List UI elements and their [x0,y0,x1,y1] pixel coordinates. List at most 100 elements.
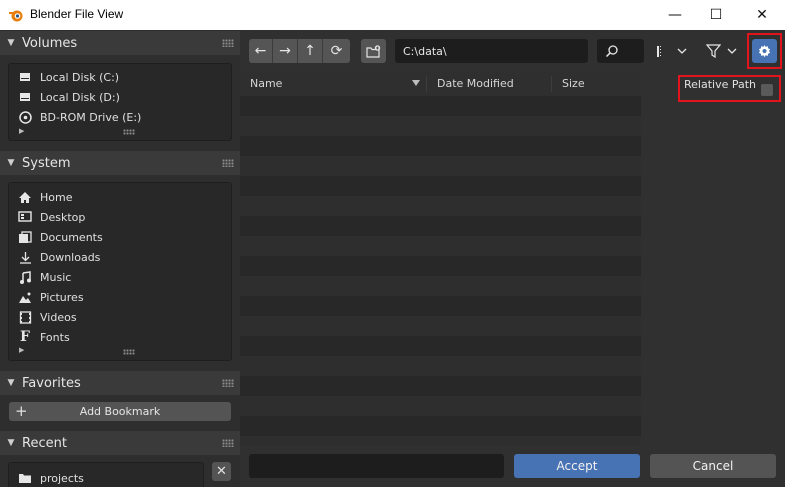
sidebar-item-home[interactable]: Home [17,187,72,207]
search-input[interactable] [597,39,644,63]
sidebar-item-documents[interactable]: Documents [17,227,103,247]
maximize-icon: ☐ [709,7,723,23]
sidebar-item-bd-rom-drive-e[interactable]: BD-ROM Drive (E:) [17,107,141,127]
desktop-icon [17,209,33,225]
filename-input[interactable] [249,454,504,478]
options-panel [641,72,785,445]
sidebar-item-videos[interactable]: Videos [17,307,77,327]
column-headers: Name Date Modified Size [240,72,641,96]
system-header-label: System [22,155,71,171]
remove-recent-button[interactable]: ✕ [212,462,231,481]
filter-dropdown[interactable] [702,39,742,63]
sidebar-item-label: BD-ROM Drive (E:) [40,110,142,124]
sidebar-item-projects[interactable]: projects [17,468,84,487]
empty-row [240,216,641,236]
sidebar-item-local-disk-d[interactable]: Local Disk (D:) [17,87,120,107]
minimize-button[interactable]: — [653,0,697,30]
drag-grip-icon[interactable] [222,379,234,387]
chevron-down-icon [677,48,687,54]
sidebar-item-desktop[interactable]: Desktop [17,207,85,227]
drag-grip-icon[interactable] [222,159,234,167]
documents-icon [17,229,33,245]
back-button[interactable]: ← [249,39,273,63]
empty-row [240,436,641,445]
close-window-button[interactable]: ✕ [740,0,784,30]
sidebar-item-label: Local Disk (D:) [40,90,120,104]
collapse-triangle-icon: ▼ [7,38,15,48]
maximize-button[interactable]: ☐ [694,0,738,30]
sidebar-item-label: Fonts [40,330,70,344]
expand-triangle-icon[interactable]: ▶ [19,346,24,354]
resize-grip-icon[interactable] [123,349,135,355]
resize-grip-icon[interactable] [123,129,135,135]
column-date-modified-header[interactable]: Date Modified [437,77,514,90]
favorites-panel-header[interactable]: ▼ Favorites [0,371,240,395]
sidebar-item-music[interactable]: Music [17,267,71,287]
folder-icon [17,470,33,486]
title-bar: Blender File View — ☐ ✕ [0,0,785,30]
sidebar-item-label: Music [40,270,72,284]
empty-row [240,196,641,216]
column-name-header[interactable]: Name [250,77,282,90]
collapse-triangle-icon: ▼ [7,438,15,448]
window-title: Blender File View [30,7,124,21]
sidebar-item-label: Pictures [40,290,84,304]
disc-icon [17,109,33,125]
empty-row [240,136,641,156]
sidebar-item-label: Videos [40,310,77,324]
add-bookmark-button[interactable]: + Add Bookmark [9,402,231,421]
list-view-icon [657,45,661,57]
sidebar-item-label: Downloads [40,250,101,264]
sidebar-item-label: Documents [40,230,103,244]
refresh-button[interactable]: ⟳ [323,39,350,63]
arrow-up-icon: ↑ [304,43,316,59]
arrow-left-icon: ← [254,43,267,59]
empty-row [240,396,641,416]
sidebar-item-local-disk-c[interactable]: Local Disk (C:) [17,67,119,87]
volumes-panel-header[interactable]: ▼ Volumes [0,31,240,55]
file-list[interactable]: Name Date Modified Size [240,72,641,445]
toolbar: ← → ↑ ⟳ C:\data\ [240,30,785,72]
parent-directory-button[interactable]: ↑ [298,39,323,63]
display-mode-dropdown[interactable] [653,39,691,63]
recent-panel-header[interactable]: ▼ Recent [0,431,240,455]
empty-row [240,276,641,296]
accept-button[interactable]: Accept [514,454,640,478]
directory-path-input[interactable]: C:\data\ [395,39,588,63]
column-divider[interactable] [551,76,552,92]
column-size-header[interactable]: Size [562,77,585,90]
cancel-button[interactable]: Cancel [650,454,776,478]
sidebar-item-label: Local Disk (C:) [40,70,120,84]
column-divider[interactable] [426,76,427,92]
bottom-bar: Accept Cancel [240,445,785,487]
minimize-icon: — [668,7,682,23]
drag-grip-icon[interactable] [222,39,234,47]
empty-row [240,296,641,316]
empty-row [240,316,641,336]
search-icon [605,45,618,58]
expand-triangle-icon[interactable]: ▶ [19,127,24,135]
sidebar-item-downloads[interactable]: Downloads [17,247,100,267]
empty-row [240,256,641,276]
sort-descending-icon[interactable] [412,80,420,86]
drag-grip-icon[interactable] [222,439,234,447]
file-rows [240,96,641,445]
empty-row [240,96,641,116]
videos-icon [17,309,33,325]
sidebar-item-label: projects [40,471,84,485]
sidebar-item-pictures[interactable]: Pictures [17,287,84,307]
empty-row [240,336,641,356]
sidebar-item-label: Desktop [40,210,86,224]
system-panel-header[interactable]: ▼ System [0,151,240,175]
new-folder-icon [366,44,381,58]
add-bookmark-label: Add Bookmark [79,405,161,418]
sidebar-item-fonts[interactable]: F Fonts [17,327,70,347]
empty-row [240,376,641,396]
favorites-header-label: Favorites [22,375,81,391]
new-folder-button[interactable] [361,39,386,63]
sidebar-item-label: Home [40,190,73,204]
empty-row [240,156,641,176]
forward-button[interactable]: → [273,39,298,63]
disk-icon [17,69,33,85]
collapse-triangle-icon: ▼ [7,158,15,168]
